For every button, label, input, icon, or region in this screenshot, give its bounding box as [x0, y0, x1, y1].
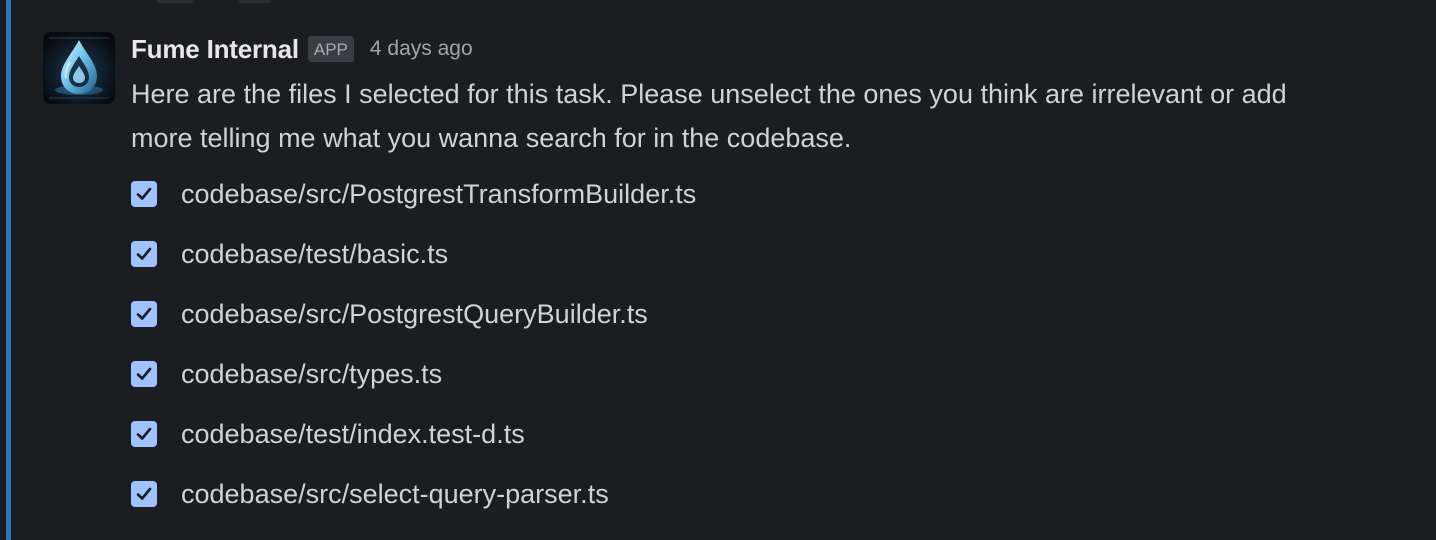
checkbox[interactable] [131, 481, 157, 507]
check-icon [136, 367, 152, 380]
check-icon [136, 427, 152, 440]
file-checkbox-item[interactable]: codebase/src/types.ts [131, 344, 1391, 404]
previous-message-stub [239, 0, 271, 3]
file-checkbox-list: codebase/src/PostgrestTransformBuilder.t… [131, 164, 1391, 524]
check-icon [136, 187, 152, 200]
checkbox[interactable] [131, 301, 157, 327]
message-body: Here are the files I selected for this t… [131, 79, 1287, 153]
sender-name[interactable]: Fume Internal [131, 34, 299, 65]
message-pane: Fume Internal APP 4 days ago Here are th… [0, 0, 1436, 540]
message-header: Fume Internal APP 4 days ago [131, 32, 1391, 66]
avatar[interactable] [43, 32, 115, 104]
file-checkbox-item[interactable]: codebase/src/PostgrestTransformBuilder.t… [131, 164, 1391, 224]
file-path-label[interactable]: codebase/src/PostgrestQueryBuilder.ts [181, 299, 648, 330]
file-path-label[interactable]: codebase/src/select-query-parser.ts [181, 479, 609, 510]
checkbox[interactable] [131, 181, 157, 207]
previous-message-stub [157, 0, 193, 3]
file-path-label[interactable]: codebase/src/types.ts [181, 359, 442, 390]
file-path-label[interactable]: codebase/test/index.test-d.ts [181, 419, 525, 450]
check-icon [136, 307, 152, 320]
checkbox[interactable] [131, 421, 157, 447]
check-icon [136, 247, 152, 260]
checkbox[interactable] [131, 241, 157, 267]
check-icon [136, 487, 152, 500]
water-drop-logo-icon [43, 32, 115, 104]
message-timestamp[interactable]: 4 days ago [370, 37, 473, 61]
file-path-label[interactable]: codebase/src/PostgrestTransformBuilder.t… [181, 179, 696, 210]
file-checkbox-item[interactable]: codebase/test/basic.ts [131, 224, 1391, 284]
thread-accent-bar [6, 0, 11, 540]
message-content: Fume Internal APP 4 days ago Here are th… [131, 32, 1391, 524]
app-badge: APP [307, 36, 354, 62]
file-checkbox-item[interactable]: codebase/src/select-query-parser.ts [131, 464, 1391, 524]
file-checkbox-item[interactable]: codebase/test/index.test-d.ts [131, 404, 1391, 464]
file-checkbox-item[interactable]: codebase/src/PostgrestQueryBuilder.ts [131, 284, 1391, 344]
checkbox[interactable] [131, 361, 157, 387]
file-path-label[interactable]: codebase/test/basic.ts [181, 239, 448, 270]
